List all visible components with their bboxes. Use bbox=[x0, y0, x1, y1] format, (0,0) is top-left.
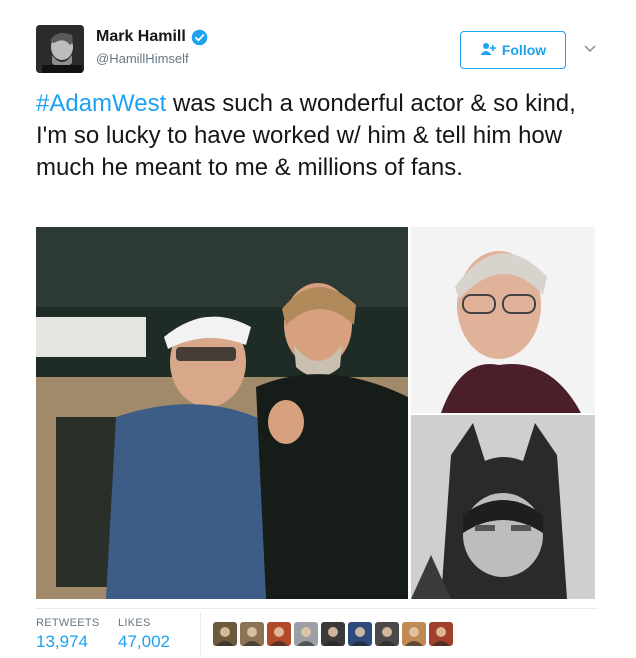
liker-avatar[interactable] bbox=[348, 622, 372, 646]
liker-avatar[interactable] bbox=[429, 622, 453, 646]
follow-label: Follow bbox=[501, 42, 547, 58]
author-name[interactable]: Mark Hamill bbox=[96, 28, 186, 46]
hashtag-link[interactable]: #AdamWest bbox=[36, 90, 166, 117]
photo-adam-west-portrait[interactable] bbox=[411, 227, 595, 413]
retweets-stat[interactable]: RETWEETS 13,974 bbox=[36, 617, 100, 652]
liker-avatar[interactable] bbox=[267, 622, 291, 646]
tweet-text: #AdamWest was such a wonderful actor & s… bbox=[36, 88, 606, 184]
avatar[interactable] bbox=[36, 25, 84, 73]
liker-avatar[interactable] bbox=[375, 622, 399, 646]
retweets-label: RETWEETS bbox=[36, 617, 100, 629]
stats-divider-top bbox=[36, 608, 598, 609]
verified-badge-icon bbox=[191, 29, 208, 46]
author-name-row[interactable]: Mark Hamill bbox=[96, 28, 208, 46]
liker-avatar[interactable] bbox=[213, 622, 237, 646]
liker-avatar[interactable] bbox=[321, 622, 345, 646]
author-handle[interactable]: @HamillHimself bbox=[96, 51, 189, 66]
likes-stat[interactable]: LIKES 47,002 bbox=[118, 617, 170, 652]
photo-batman-cowl[interactable] bbox=[411, 415, 595, 599]
add-user-icon bbox=[480, 42, 496, 59]
chevron-down-icon[interactable] bbox=[582, 40, 598, 56]
follow-button[interactable]: Follow bbox=[460, 31, 566, 69]
likes-count[interactable]: 47,002 bbox=[118, 632, 170, 652]
likes-label: LIKES bbox=[118, 617, 151, 629]
liker-avatar[interactable] bbox=[240, 622, 264, 646]
liker-avatars bbox=[213, 622, 453, 646]
stats-separator bbox=[200, 612, 201, 656]
liker-avatar[interactable] bbox=[294, 622, 318, 646]
retweets-count[interactable]: 13,974 bbox=[36, 632, 100, 652]
liker-avatar[interactable] bbox=[402, 622, 426, 646]
photo-hamill-and-west[interactable] bbox=[36, 227, 408, 599]
